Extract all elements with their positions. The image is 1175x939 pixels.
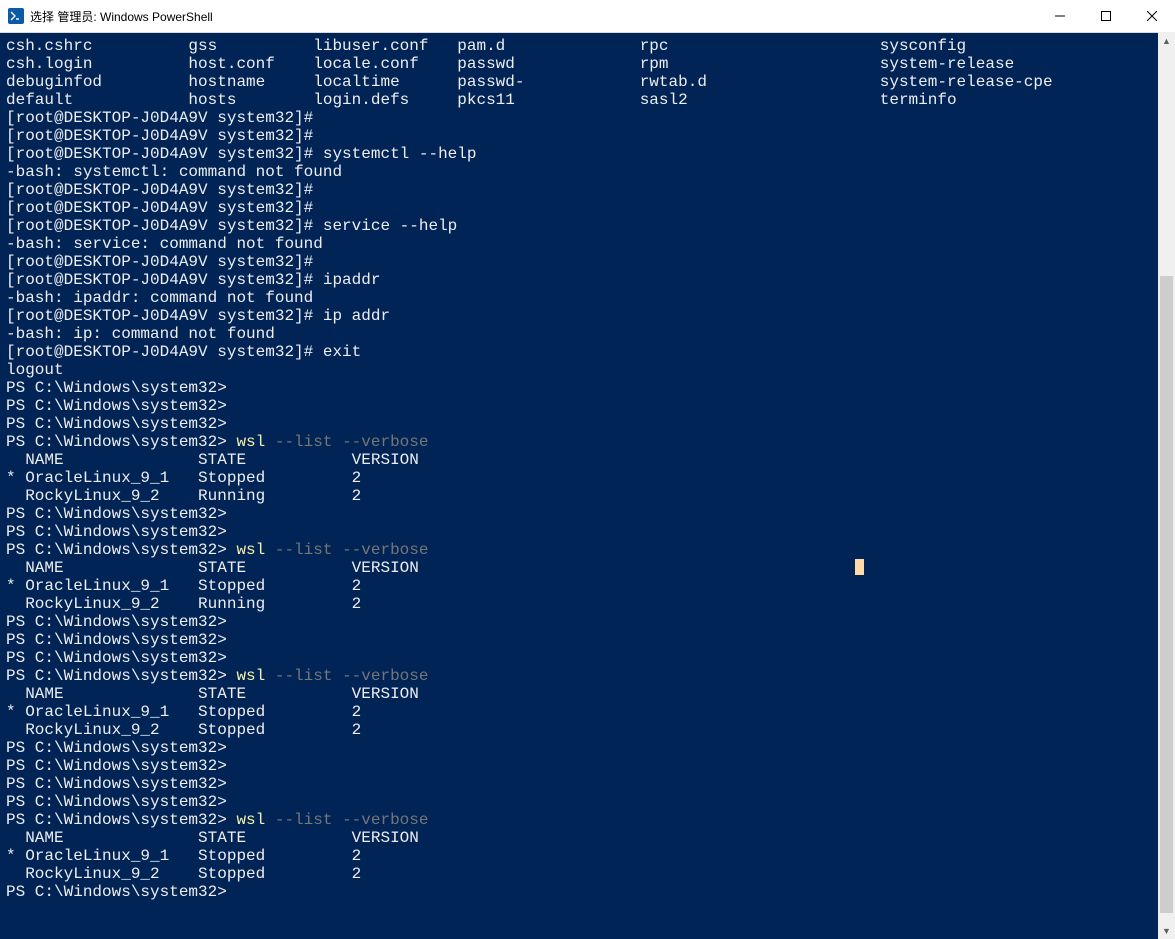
titlebar[interactable]: 选择 管理员: Windows PowerShell: [0, 0, 1175, 33]
powershell-window: 选择 管理员: Windows PowerShell csh.cshrc gss…: [0, 0, 1175, 939]
terminal-output[interactable]: csh.cshrc gss libuser.conf pam.d rpc sys…: [0, 33, 1175, 939]
minimize-button[interactable]: [1037, 0, 1083, 32]
scroll-track[interactable]: [1158, 49, 1175, 922]
window-controls: [1037, 0, 1175, 32]
scroll-thumb[interactable]: [1160, 276, 1173, 913]
powershell-icon: [8, 8, 24, 24]
close-button[interactable]: [1129, 0, 1175, 32]
maximize-button[interactable]: [1083, 0, 1129, 32]
scroll-down-button[interactable]: ▼: [1158, 922, 1175, 939]
window-title: 选择 管理员: Windows PowerShell: [30, 8, 1037, 25]
vertical-scrollbar[interactable]: ▲ ▼: [1158, 32, 1175, 939]
scroll-up-button[interactable]: ▲: [1158, 32, 1175, 49]
